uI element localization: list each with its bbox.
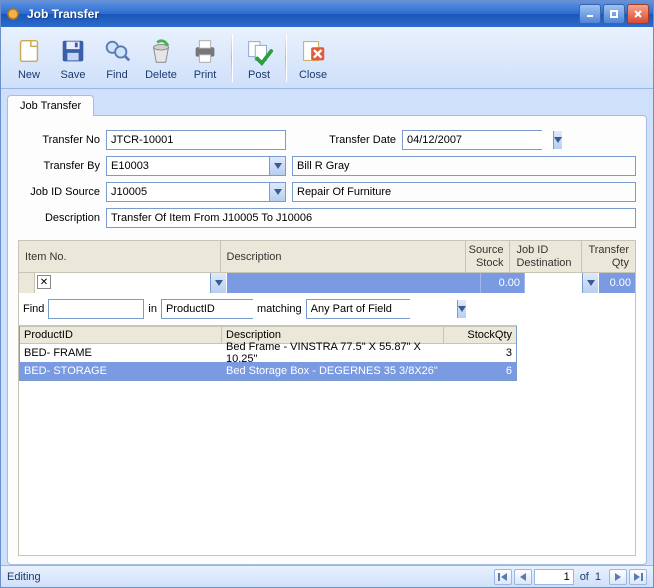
new-button[interactable]: New — [7, 30, 51, 86]
new-icon — [13, 35, 45, 67]
items-grid: Item No. Description SourceStock Job IDD… — [18, 240, 636, 556]
pager-first-button[interactable] — [494, 569, 512, 585]
description-field[interactable] — [106, 208, 636, 228]
close-button[interactable]: Close — [291, 30, 335, 86]
save-icon — [57, 35, 89, 67]
pager-total: 1 — [595, 571, 607, 583]
lookup-row[interactable]: BED- FRAME Bed Frame - VINSTRA 77.5" X 5… — [20, 344, 516, 362]
transfer-by-field[interactable] — [106, 156, 286, 176]
chevron-down-icon[interactable] — [269, 157, 285, 175]
post-button[interactable]: Post — [237, 30, 281, 86]
titlebar[interactable]: Job Transfer — [1, 1, 653, 27]
col-transfer-qty[interactable]: TransferQty — [582, 241, 635, 272]
save-button[interactable]: Save — [51, 30, 95, 86]
transfer-no-label: Transfer No — [18, 134, 100, 146]
lookup-row[interactable]: BED- STORAGE Bed Storage Box - DEGERNES … — [20, 362, 516, 380]
lookup-col-productid[interactable]: ProductID — [20, 327, 222, 343]
record-pager: of 1 — [494, 569, 647, 585]
find-icon — [101, 35, 133, 67]
cell-description — [227, 273, 481, 293]
transfer-date-field[interactable] — [402, 130, 542, 150]
pager-next-button[interactable] — [609, 569, 627, 585]
post-icon — [243, 35, 275, 67]
cell-source-stock: 0.00 — [481, 273, 525, 293]
clear-cell-button[interactable]: ✕ — [37, 275, 51, 289]
app-icon — [5, 6, 21, 22]
chevron-down-icon[interactable] — [210, 273, 226, 293]
delete-icon — [145, 35, 177, 67]
print-button[interactable]: Print — [183, 30, 227, 86]
main-panel: Transfer No Transfer Date Transfer By J — [7, 115, 647, 565]
grid-edit-row[interactable]: ✕ 0.00 0.00 — [19, 273, 635, 293]
minimize-button[interactable] — [579, 4, 601, 24]
content-area: Job Transfer Transfer No Transfer Date T… — [1, 89, 653, 565]
cell-destination[interactable] — [525, 273, 599, 293]
close-window-button[interactable] — [627, 4, 649, 24]
transfer-by-name — [292, 156, 636, 176]
pager-prev-button[interactable] — [514, 569, 532, 585]
col-source-stock[interactable]: SourceStock — [466, 241, 510, 272]
maximize-button[interactable] — [603, 4, 625, 24]
find-input[interactable] — [48, 299, 144, 319]
find-button[interactable]: Find — [95, 30, 139, 86]
chevron-down-icon[interactable] — [582, 273, 598, 293]
lookup-list: ProductID Description StockQty BED- FRAM… — [19, 326, 517, 381]
job-source-label: Job ID Source — [18, 186, 100, 198]
delete-button[interactable]: Delete — [139, 30, 183, 86]
statusbar: Editing of 1 — [1, 565, 653, 587]
row-selector[interactable] — [19, 273, 35, 293]
job-source-field[interactable] — [106, 182, 286, 202]
pager-current-input[interactable] — [534, 569, 574, 585]
window-title: Job Transfer — [27, 7, 579, 21]
find-field-combo[interactable] — [161, 299, 253, 319]
find-label: Find — [23, 303, 44, 315]
job-transfer-window: Job Transfer New Save Find Delete Print — [0, 0, 654, 588]
find-bar: Find in matching — [19, 293, 517, 326]
pager-last-button[interactable] — [629, 569, 647, 585]
matching-label: matching — [257, 303, 302, 315]
tab-strip: Job Transfer — [7, 95, 647, 116]
cell-item[interactable]: ✕ — [35, 273, 227, 293]
in-label: in — [148, 303, 157, 315]
calendar-dropdown-icon[interactable] — [553, 131, 562, 149]
cell-qty: 0.00 — [599, 273, 635, 293]
toolbar-separator — [231, 34, 233, 82]
transfer-date-label: Transfer Date — [316, 134, 396, 146]
chevron-down-icon[interactable] — [269, 183, 285, 201]
col-item[interactable]: Item No. — [19, 241, 221, 272]
grid-header: Item No. Description SourceStock Job IDD… — [19, 241, 635, 273]
toolbar: New Save Find Delete Print Post Close — [1, 27, 653, 89]
job-source-name — [292, 182, 636, 202]
print-icon — [189, 35, 221, 67]
transfer-by-label: Transfer By — [18, 160, 100, 172]
toolbar-separator — [285, 34, 287, 82]
pager-of-label: of — [576, 571, 593, 583]
grid-whitespace — [19, 381, 635, 555]
transfer-no-field[interactable] — [106, 130, 286, 150]
find-mode-combo[interactable] — [306, 299, 410, 319]
status-mode: Editing — [7, 571, 494, 583]
col-job-destination[interactable]: Job IDDestination — [510, 241, 582, 272]
close-icon — [297, 35, 329, 67]
description-label: Description — [18, 212, 100, 224]
chevron-down-icon[interactable] — [457, 300, 466, 318]
lookup-col-stockqty[interactable]: StockQty — [444, 327, 516, 343]
col-description[interactable]: Description — [221, 241, 467, 272]
tab-job-transfer[interactable]: Job Transfer — [7, 95, 94, 116]
